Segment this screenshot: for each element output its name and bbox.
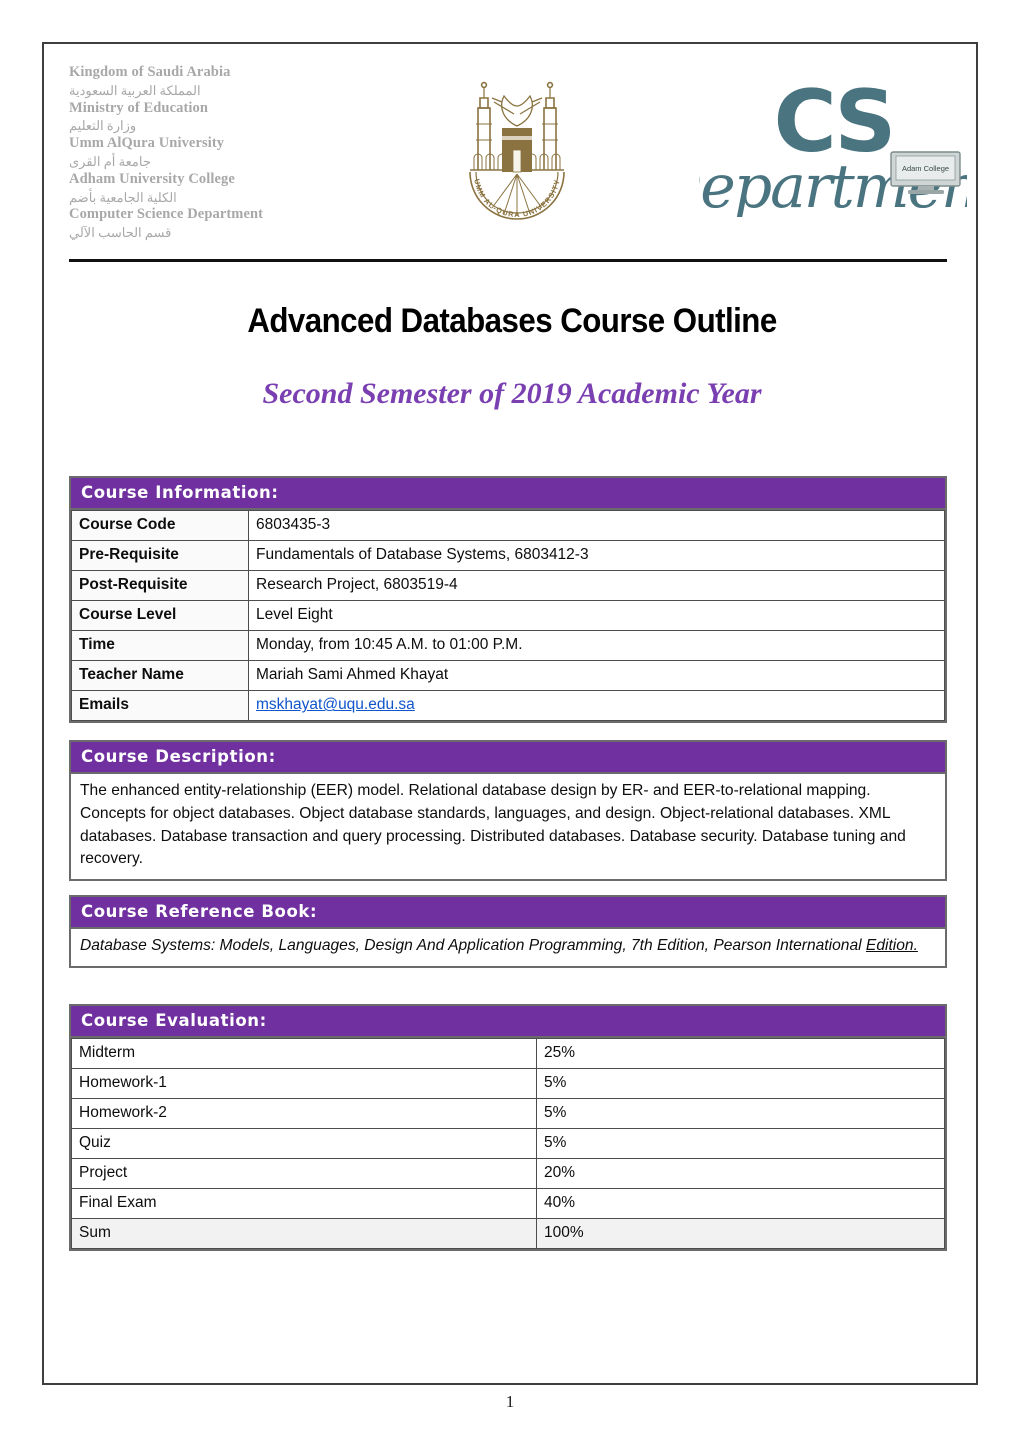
page-border: Kingdom of Saudi Arabia المملكة العربية … bbox=[42, 42, 978, 1385]
institution-line-en-1: Ministry of Education bbox=[69, 99, 209, 116]
course-evaluation-table: Midterm 25% Homework-1 5% Homework-2 5% … bbox=[71, 1038, 945, 1250]
course-information-header: Course Information: bbox=[71, 478, 945, 511]
teacher-email-link[interactable]: mskhayat@uqu.edu.sa bbox=[256, 696, 415, 713]
info-value-post-requisite: Research Project, 6803519-4 bbox=[248, 570, 945, 602]
info-value-course-code: 6803435-3 bbox=[248, 510, 945, 542]
reference-book-edition: Edition. bbox=[865, 937, 918, 955]
institution-line-ar-4: قسم الحاسب الآلي bbox=[69, 225, 172, 241]
table-row: Homework-2 5% bbox=[71, 1098, 945, 1130]
course-information-block: Course Information: Course Code 6803435-… bbox=[69, 476, 947, 724]
letterhead: Kingdom of Saudi Arabia المملكة العربية … bbox=[44, 44, 980, 262]
institution-line-ar-3: الكلية الجامعية بأضم bbox=[69, 189, 177, 205]
reference-book-title: Database Systems: Models, Languages, Des… bbox=[80, 937, 866, 955]
table-row-sum: Sum 100% bbox=[71, 1218, 945, 1250]
eval-percent-homework-1: 5% bbox=[536, 1068, 945, 1100]
institution-address-block: Kingdom of Saudi Arabia المملكة العربية … bbox=[69, 64, 359, 242]
table-row: Pre-Requisite Fundamentals of Database S… bbox=[71, 540, 945, 572]
info-label-teacher-name: Teacher Name bbox=[71, 660, 249, 692]
course-information-table: Course Code 6803435-3 Pre-Requisite Fund… bbox=[71, 510, 945, 722]
eval-item-project: Project bbox=[71, 1158, 537, 1190]
course-reference-book-body: Database Systems: Models, Languages, Des… bbox=[71, 929, 945, 966]
institution-line-en-0: Kingdom of Saudi Arabia bbox=[69, 64, 231, 80]
institution-line-en-4: Computer Science Department bbox=[69, 206, 264, 223]
course-description-body: The enhanced entity-relationship (EER) m… bbox=[80, 782, 906, 868]
course-description-header: Course Description: bbox=[71, 742, 945, 775]
info-value-emails: mskhayat@uqu.edu.sa bbox=[248, 690, 945, 722]
table-row: Post-Requisite Research Project, 6803519… bbox=[71, 570, 945, 602]
institution-line-en-2: Umm AlQura University bbox=[69, 135, 225, 152]
info-value-time: Monday, from 10:45 A.M. to 01:00 P.M. bbox=[248, 630, 945, 662]
umm-alqura-university-logo-icon: UMM AL-QURA UNIVERSITY bbox=[452, 62, 582, 222]
table-row: Quiz 5% bbox=[71, 1128, 945, 1160]
page-subtitle: Second Semester of 2019 Academic Year bbox=[262, 377, 762, 410]
course-reference-book-block: Course Reference Book: Database Systems:… bbox=[69, 895, 947, 968]
cs-department-logo-icon: CS Department Adam College bbox=[699, 69, 967, 217]
eval-item-homework-2: Homework-2 bbox=[71, 1098, 537, 1130]
eval-percent-sum: 100% bbox=[536, 1218, 945, 1250]
table-row: Course Code 6803435-3 bbox=[71, 510, 945, 542]
table-row: Final Exam 40% bbox=[71, 1188, 945, 1220]
info-label-post-requisite: Post-Requisite bbox=[71, 570, 249, 602]
institution-line-ar-1: وزارة التعليم bbox=[69, 118, 137, 134]
eval-percent-quiz: 5% bbox=[536, 1128, 945, 1160]
info-label-time: Time bbox=[71, 630, 249, 662]
info-label-emails: Emails bbox=[71, 690, 249, 722]
institution-line-ar-2: جامعة أم القرى bbox=[69, 153, 151, 169]
course-reference-book-header: Course Reference Book: bbox=[71, 897, 945, 930]
letterhead-divider bbox=[69, 259, 947, 262]
table-row: Midterm 25% bbox=[71, 1038, 945, 1070]
svg-text:Adam College: Adam College bbox=[902, 164, 949, 173]
institution-line-en-3: Adham University College bbox=[69, 170, 235, 187]
info-value-course-level: Level Eight bbox=[248, 600, 945, 632]
table-row: Homework-1 5% bbox=[71, 1068, 945, 1100]
info-label-course-level: Course Level bbox=[71, 600, 249, 632]
eval-percent-project: 20% bbox=[536, 1158, 945, 1190]
eval-item-final-exam: Final Exam bbox=[71, 1188, 537, 1220]
eval-percent-homework-2: 5% bbox=[536, 1098, 945, 1130]
eval-item-sum: Sum bbox=[71, 1218, 537, 1250]
institution-line-ar-0: المملكة العربية السعودية bbox=[69, 82, 201, 98]
table-row: Course Level Level Eight bbox=[71, 600, 945, 632]
table-row: Project 20% bbox=[71, 1158, 945, 1190]
table-row: Emails mskhayat@uqu.edu.sa bbox=[71, 690, 945, 722]
info-value-teacher-name: Mariah Sami Ahmed Khayat bbox=[248, 660, 945, 692]
page-number: 1 bbox=[505, 1392, 515, 1411]
table-row: Time Monday, from 10:45 A.M. to 01:00 P.… bbox=[71, 630, 945, 662]
course-evaluation-header: Course Evaluation: bbox=[71, 1006, 945, 1039]
page-title: Advanced Databases Course Outline bbox=[247, 302, 777, 340]
eval-percent-midterm: 25% bbox=[536, 1038, 945, 1070]
eval-item-homework-1: Homework-1 bbox=[71, 1068, 537, 1100]
info-label-course-code: Course Code bbox=[71, 510, 249, 542]
eval-item-midterm: Midterm bbox=[71, 1038, 537, 1070]
eval-percent-final-exam: 40% bbox=[536, 1188, 945, 1220]
course-evaluation-block: Course Evaluation: Midterm 25% Homework-… bbox=[69, 1004, 947, 1252]
info-label-pre-requisite: Pre-Requisite bbox=[71, 540, 249, 572]
course-description-block: Course Description: The enhanced entity-… bbox=[69, 740, 947, 881]
info-value-pre-requisite: Fundamentals of Database Systems, 680341… bbox=[248, 540, 945, 572]
table-row: Teacher Name Mariah Sami Ahmed Khayat bbox=[71, 660, 945, 692]
eval-item-quiz: Quiz bbox=[71, 1128, 537, 1160]
